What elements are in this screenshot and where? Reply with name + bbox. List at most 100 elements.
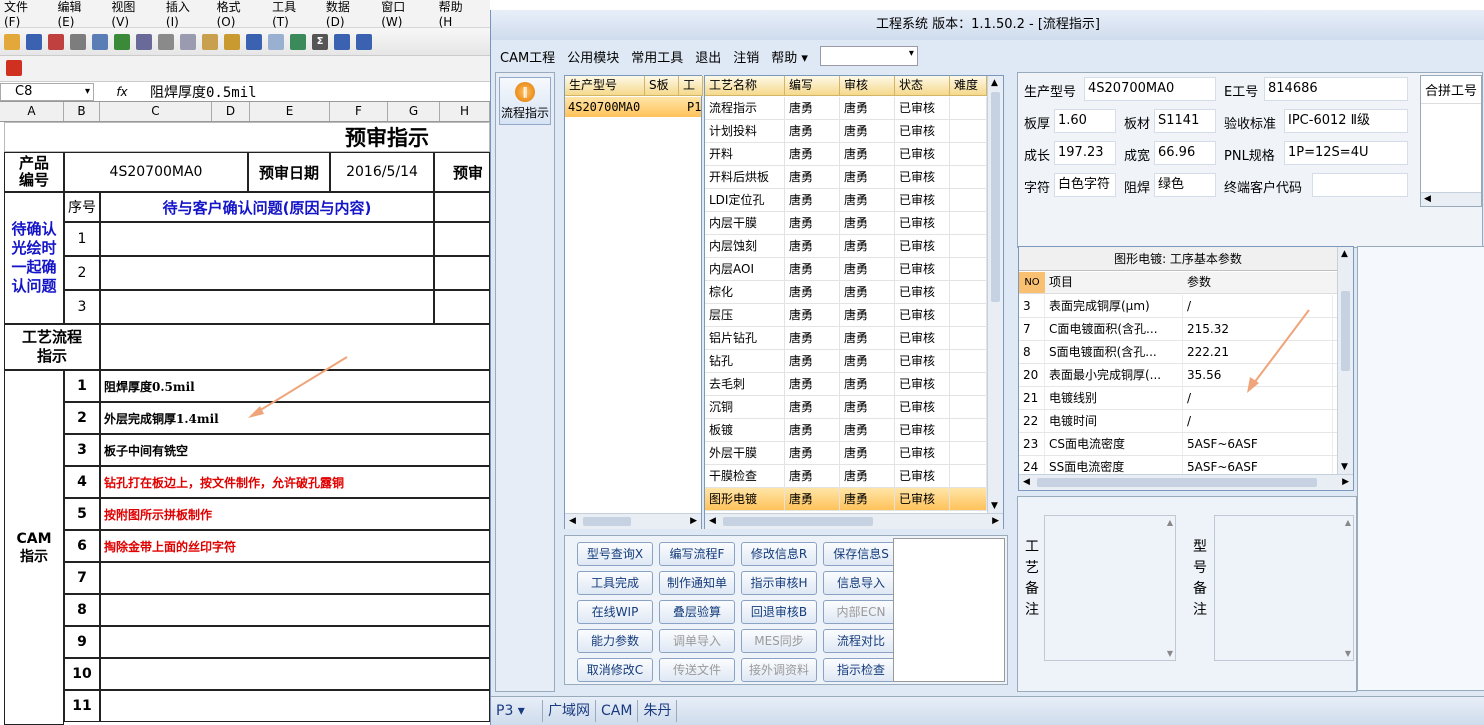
menu-help[interactable]: 帮助 ▾	[771, 47, 808, 66]
standard-field[interactable]: IPC-6012 Ⅱ级	[1284, 109, 1408, 133]
confirm-row-text[interactable]	[100, 222, 434, 256]
action-button[interactable]: 型号查询X	[577, 542, 653, 566]
action-button[interactable]: 传送文件	[659, 658, 735, 682]
confirm-row-extra[interactable]	[434, 290, 490, 324]
menu-logout[interactable]: 注销	[733, 47, 759, 66]
scroll-thumb[interactable]	[1341, 291, 1350, 371]
excel-menu-insert[interactable]: 插入(I)	[166, 0, 196, 29]
scroll-left-icon[interactable]: ◀	[709, 516, 716, 526]
action-button[interactable]: 编写流程F	[659, 542, 735, 566]
length-field[interactable]: 197.23	[1054, 141, 1116, 165]
process-header-difficulty[interactable]: 难度	[950, 76, 987, 96]
cam-row-text[interactable]: 按附图所示拼板制作	[100, 498, 490, 530]
scroll-thumb[interactable]	[583, 517, 631, 526]
menu-exit[interactable]: 退出	[695, 47, 721, 66]
process-header-writer[interactable]: 编写	[785, 76, 840, 96]
process-grid-hscroll[interactable]: ◀ ▶	[705, 513, 1003, 529]
col-b[interactable]: B	[64, 102, 100, 121]
print-preview-icon[interactable]	[92, 33, 108, 50]
cam-row-text[interactable]: 板子中间有铣空	[100, 434, 490, 466]
scroll-up-icon[interactable]: ▲	[1341, 249, 1348, 259]
col-g[interactable]: G	[388, 102, 440, 121]
redo-icon[interactable]	[268, 33, 284, 50]
process-row[interactable]: 计划投料 唐勇 唐勇 已审核	[705, 120, 987, 143]
save-icon[interactable]	[26, 33, 42, 50]
col-f[interactable]: F	[330, 102, 388, 121]
hyperlink-icon[interactable]	[290, 33, 306, 50]
process-row[interactable]: 外层干膜 唐勇 唐勇 已审核	[705, 442, 987, 465]
process-row[interactable]: 内层蚀刻 唐勇 唐勇 已审核	[705, 235, 987, 258]
menu-cam-project[interactable]: CAM工程	[500, 47, 555, 66]
product-no-value[interactable]: 4S20700MA0	[64, 152, 248, 192]
process-row[interactable]: 干膜检查 唐勇 唐勇 已审核	[705, 465, 987, 488]
scroll-up-icon[interactable]: ▲	[1345, 518, 1351, 527]
permission-icon[interactable]	[48, 33, 64, 50]
confirm-row-extra[interactable]	[434, 256, 490, 290]
pnl-field[interactable]: 1P=12S=4U	[1284, 141, 1408, 165]
cam-row-text[interactable]	[100, 626, 490, 658]
action-button[interactable]: 流程对比	[823, 629, 899, 653]
name-box[interactable]: C8 ▾	[0, 82, 94, 101]
model-grid-header-s[interactable]: S板	[645, 76, 679, 96]
scroll-right-icon[interactable]: ▶	[1342, 477, 1349, 487]
scroll-up-icon[interactable]: ▲	[1167, 518, 1173, 527]
solder-mask-field[interactable]: 绿色	[1154, 173, 1216, 197]
model-field[interactable]: 4S20700MA0	[1084, 77, 1216, 101]
params-vscroll[interactable]: ▲ ▼	[1337, 247, 1353, 474]
process-row[interactable]: 铝片钻孔 唐勇 唐勇 已审核	[705, 327, 987, 350]
excel-menu-help[interactable]: 帮助(H	[439, 0, 469, 29]
process-row[interactable]: 开料后烘板 唐勇 唐勇 已审核	[705, 166, 987, 189]
process-row[interactable]: 内层AOI 唐勇 唐勇 已审核	[705, 258, 987, 281]
col-e[interactable]: E	[250, 102, 330, 121]
process-row[interactable]: 沉铜 唐勇 唐勇 已审核	[705, 396, 987, 419]
col-c[interactable]: C	[100, 102, 212, 121]
scroll-left-icon[interactable]: ◀	[569, 516, 576, 526]
col-h[interactable]: H	[440, 102, 490, 121]
paste-icon[interactable]	[202, 33, 218, 50]
action-button[interactable]: 在线WIP	[577, 600, 653, 624]
cam-row-text[interactable]	[100, 594, 490, 626]
action-button[interactable]: 内部ECN	[823, 600, 899, 624]
action-button[interactable]: 回退审核B	[741, 600, 817, 624]
menu-public-module[interactable]: 公用模块	[567, 47, 619, 66]
width-field[interactable]: 66.96	[1154, 141, 1216, 165]
scroll-up-icon[interactable]: ▲	[991, 78, 998, 88]
params-header-value[interactable]: 参数	[1183, 272, 1333, 293]
process-row[interactable]: 开料 唐勇 唐勇 已审核	[705, 143, 987, 166]
combined-job-hscroll[interactable]: ◀	[1421, 192, 1481, 206]
action-button[interactable]: 指示审核H	[741, 571, 817, 595]
scroll-down-icon[interactable]: ▼	[991, 501, 998, 511]
cam-row-text[interactable]	[100, 658, 490, 690]
params-hscroll[interactable]: ◀ ▶	[1019, 474, 1353, 490]
excel-menu-edit[interactable]: 编辑(E)	[57, 0, 90, 29]
cut-icon[interactable]	[158, 33, 174, 50]
scroll-thumb[interactable]	[1037, 478, 1317, 487]
excel-menu-view[interactable]: 视图(V)	[111, 0, 144, 29]
process-row[interactable]: 内层干膜 唐勇 唐勇 已审核	[705, 212, 987, 235]
process-row[interactable]: 图形电镀 唐勇 唐勇 已审核	[705, 488, 987, 511]
params-header-no[interactable]: NO	[1019, 272, 1045, 293]
menu-combo-box[interactable]	[819, 46, 918, 66]
process-header-name[interactable]: 工艺名称	[705, 76, 785, 96]
scroll-down-icon[interactable]: ▼	[1345, 649, 1351, 658]
process-notes-textarea[interactable]: ▲ ▼	[1044, 515, 1176, 661]
params-header-item[interactable]: 项目	[1045, 272, 1183, 293]
action-button[interactable]: 取消修改C	[577, 658, 653, 682]
status-dropdown[interactable]: P3 ▾	[491, 700, 543, 722]
col-d[interactable]: D	[212, 102, 250, 121]
cam-row-text[interactable]	[100, 690, 490, 722]
param-row[interactable]: 23 CS面电流密度 5ASF~6ASF	[1019, 433, 1337, 456]
thickness-field[interactable]: 1.60	[1054, 109, 1116, 133]
process-row[interactable]: 层压 唐勇 唐勇 已审核	[705, 304, 987, 327]
process-row[interactable]: 板镀 唐勇 唐勇 已审核	[705, 419, 987, 442]
message-box[interactable]	[893, 538, 1005, 682]
excel-menu-file[interactable]: 文件(F)	[4, 0, 36, 29]
col-a[interactable]: A	[0, 102, 64, 121]
character-field[interactable]: 白色字符	[1054, 173, 1116, 197]
scroll-down-icon[interactable]: ▼	[1341, 462, 1348, 472]
confirm-row-text[interactable]	[100, 290, 434, 324]
excel-menu-data[interactable]: 数据(D)	[326, 0, 360, 29]
action-button[interactable]: 接外调资料	[741, 658, 817, 682]
scroll-thumb[interactable]	[991, 92, 1000, 302]
process-row[interactable]: LDI定位孔 唐勇 唐勇 已审核	[705, 189, 987, 212]
